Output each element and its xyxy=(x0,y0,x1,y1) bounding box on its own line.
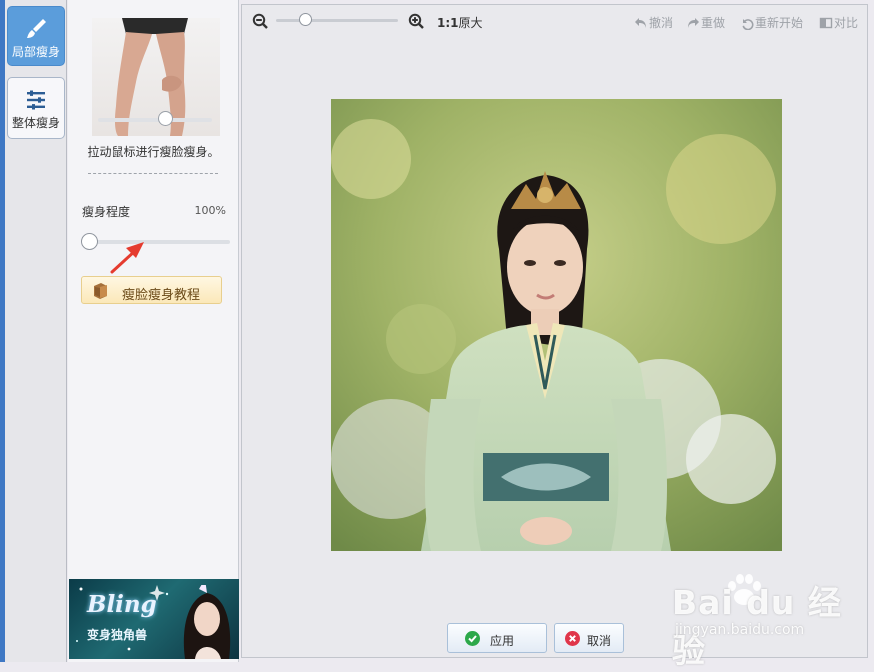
book-icon xyxy=(94,283,107,299)
restart-icon xyxy=(742,19,754,31)
actual-size-label: 原大 xyxy=(458,16,483,30)
redo-icon xyxy=(688,18,699,28)
edited-photo[interactable] xyxy=(331,99,782,551)
zoom-in-icon[interactable] xyxy=(408,13,424,29)
slim-strength-label: 瘦身程度 xyxy=(82,205,131,219)
apply-button[interactable]: 应用 xyxy=(447,623,547,653)
compare-label: 对比 xyxy=(834,16,859,30)
restart-button[interactable]: 重新开始 xyxy=(740,14,803,31)
actual-size-button[interactable]: 1:1原大 xyxy=(437,14,483,31)
tab-strip-edge xyxy=(0,0,5,662)
tab-whole-label: 整体瘦身 xyxy=(11,116,60,130)
compare-icon xyxy=(819,17,833,29)
bling-ad-banner[interactable]: Bling 变身独角兽 xyxy=(69,579,239,659)
drag-hint-text: 拉动鼠标进行瘦脸瘦身。 xyxy=(87,145,220,159)
actual-size-ratio: 1:1 xyxy=(437,16,459,30)
red-arrow-annotation xyxy=(110,242,144,274)
check-circle-icon xyxy=(465,631,480,646)
brush-icon xyxy=(27,19,46,38)
ad-portrait xyxy=(183,585,231,659)
restart-label: 重新开始 xyxy=(755,16,804,30)
ad-title: Bling xyxy=(87,591,157,618)
workspace-toolbar: 1:1原大 撤消 重做 重新开始 对比 xyxy=(242,5,867,38)
redo-button[interactable]: 重做 xyxy=(686,14,725,31)
slim-tutorial-button[interactable]: 瘦脸瘦身教程 xyxy=(81,276,222,304)
preview-slider-knob[interactable] xyxy=(158,111,173,126)
tutorial-button-label: 瘦脸瘦身教程 xyxy=(122,288,201,303)
undo-button[interactable]: 撤消 xyxy=(634,14,673,31)
tab-local-slim[interactable]: 局部瘦身 xyxy=(7,6,65,66)
tool-tab-strip: 局部瘦身 整体瘦身 xyxy=(0,0,67,662)
settings-panel: 拉动鼠标进行瘦脸瘦身。 瘦身程度 100% 瘦脸瘦身教程 Bling 变身独角兽 xyxy=(68,0,239,662)
image-workspace: 1:1原大 撤消 重做 重新开始 对比 应用 取消 xyxy=(241,4,868,658)
zoom-slider[interactable] xyxy=(276,19,398,22)
ad-subtitle: 变身独角兽 xyxy=(87,628,148,642)
cancel-button[interactable]: 取消 xyxy=(554,623,624,653)
preview-slider-track xyxy=(98,118,212,122)
tab-whole-slim[interactable]: 整体瘦身 xyxy=(7,77,65,139)
cancel-circle-icon xyxy=(565,631,580,646)
zoom-slider-knob[interactable] xyxy=(299,13,312,26)
slim-strength-knob[interactable] xyxy=(81,233,98,250)
sliders-icon xyxy=(27,90,45,110)
slim-strength-slider[interactable] xyxy=(82,240,230,244)
cancel-button-label: 取消 xyxy=(587,634,612,648)
compare-button[interactable]: 对比 xyxy=(819,14,858,31)
apply-button-label: 应用 xyxy=(490,634,515,648)
tab-local-label: 局部瘦身 xyxy=(11,45,60,59)
dashed-divider xyxy=(88,173,218,174)
redo-label: 重做 xyxy=(701,16,726,30)
slim-strength-value: 100% xyxy=(194,204,226,217)
undo-label: 撤消 xyxy=(649,16,674,30)
hanfu-portrait-illustration xyxy=(331,99,782,551)
zoom-out-icon[interactable] xyxy=(252,13,268,29)
undo-icon xyxy=(635,18,646,28)
